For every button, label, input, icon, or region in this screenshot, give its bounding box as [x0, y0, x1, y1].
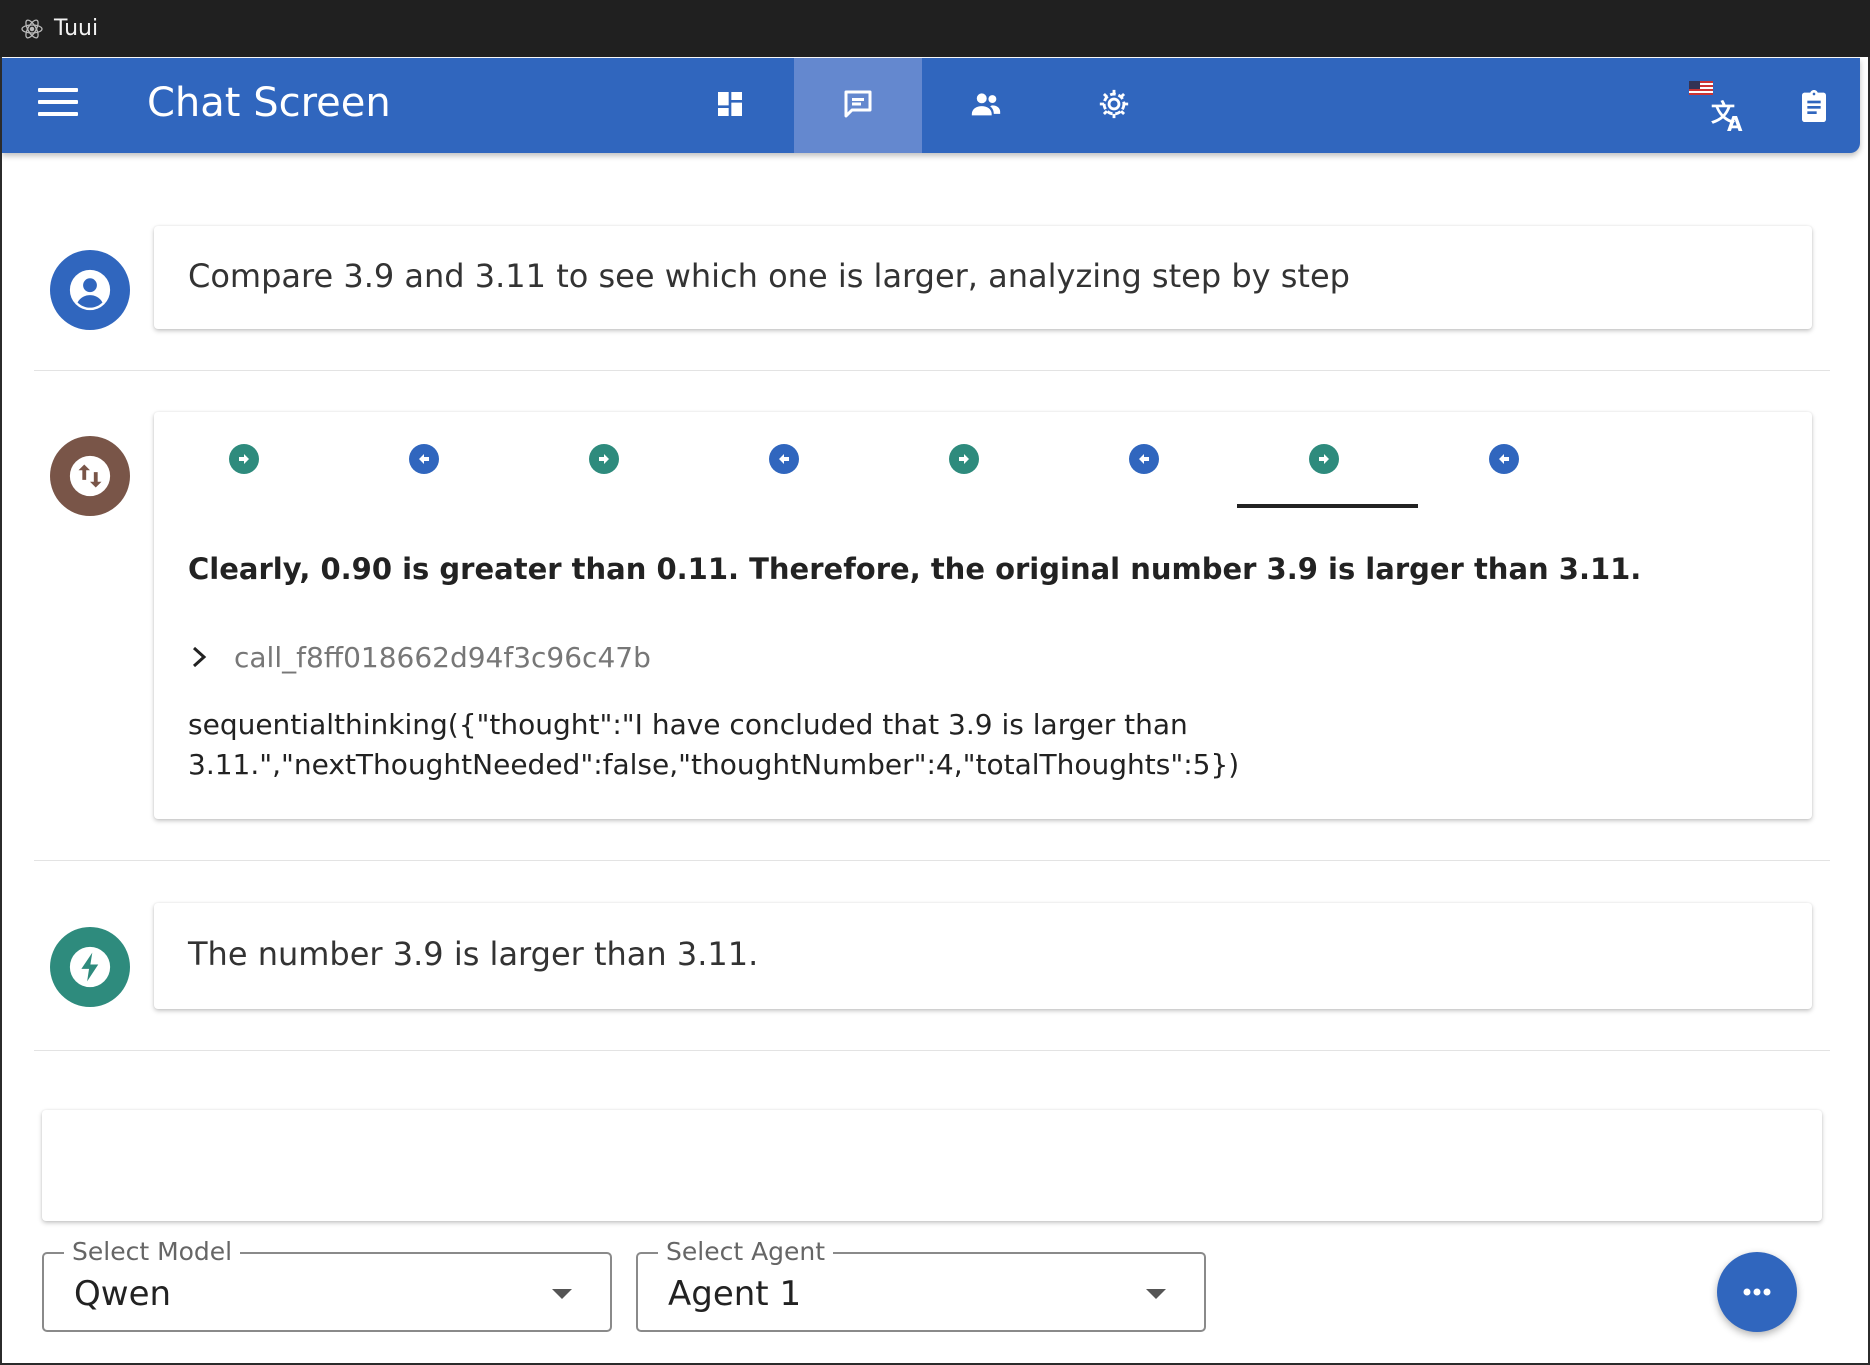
clipboard-icon[interactable] [1794, 86, 1834, 126]
arrow-left-circle-icon [1139, 454, 1149, 464]
tool-call-expander[interactable]: call_f8ff018662d94f3c96c47b [188, 637, 651, 677]
tool-call-line: 3.11.","nextThoughtNeeded":false,"though… [188, 748, 1240, 781]
more-dots-icon [1743, 1288, 1771, 1296]
user-account-icon [50, 250, 130, 330]
users-icon [969, 87, 1003, 125]
swap-vertical-icon [50, 436, 130, 516]
select-model-value: Qwen [74, 1274, 172, 1314]
step-tab-3[interactable] [589, 444, 619, 474]
atom-icon [20, 17, 44, 41]
arrow-left-circle-icon [419, 454, 429, 464]
step-tab-1[interactable] [229, 444, 259, 474]
window-title: Tuui [54, 16, 99, 41]
arrow-left-circle-icon [1499, 454, 1509, 464]
hamburger-menu-icon[interactable] [38, 88, 78, 122]
assistant-message-card: The number 3.9 is larger than 3.11. [154, 903, 1812, 1009]
chat-icon [840, 86, 876, 126]
window-titlebar: Tuui [0, 0, 1870, 57]
active-step-indicator [1237, 504, 1418, 508]
select-model[interactable]: Select Model Qwen [42, 1237, 612, 1332]
more-options-button[interactable] [1717, 1252, 1797, 1332]
app-bar: Chat Screen 文 A [2, 58, 1860, 153]
tab-dashboard[interactable] [666, 58, 794, 153]
divider [34, 370, 1830, 371]
tool-summary-text: Clearly, 0.90 is greater than 0.11. Ther… [188, 552, 1642, 586]
chevron-down-icon [1146, 1289, 1166, 1299]
arrow-right-circle-icon [239, 454, 249, 464]
step-tab-6[interactable] [1129, 444, 1159, 474]
divider [34, 1050, 1830, 1051]
arrow-right-circle-icon [959, 454, 969, 464]
dashboard-icon [714, 88, 746, 124]
select-agent[interactable]: Select Agent Agent 1 [636, 1237, 1206, 1332]
user-message-text: Compare 3.9 and 3.11 to see which one is… [188, 257, 1350, 295]
lightning-bolt-icon [50, 927, 130, 1007]
divider [34, 860, 1830, 861]
step-tab-7[interactable] [1309, 444, 1339, 474]
user-message-card: Compare 3.9 and 3.11 to see which one is… [154, 226, 1812, 329]
tool-call-text: sequentialthinking({"thought":"I have co… [188, 705, 1488, 785]
chevron-right-icon [192, 646, 207, 668]
settings-gear-icon [1097, 87, 1131, 125]
chat-input[interactable] [42, 1110, 1822, 1221]
tab-chat[interactable] [794, 58, 922, 153]
tab-settings[interactable] [1050, 58, 1178, 153]
step-tab-8[interactable] [1489, 444, 1519, 474]
app-window: Chat Screen 文 A Compare 3.9 and 3.11 to … [2, 57, 1868, 1363]
language-translate-icon[interactable]: 文 A [1687, 70, 1747, 140]
tab-users[interactable] [922, 58, 1050, 153]
tool-call-id: call_f8ff018662d94f3c96c47b [234, 640, 651, 674]
select-agent-value: Agent 1 [668, 1274, 802, 1314]
assistant-message-text: The number 3.9 is larger than 3.11. [188, 935, 759, 973]
chevron-down-icon [552, 1289, 572, 1299]
arrow-left-circle-icon [779, 454, 789, 464]
page-title: Chat Screen [147, 80, 391, 126]
svg-text:A: A [1727, 112, 1743, 135]
arrow-right-circle-icon [1319, 454, 1329, 464]
tool-call-line: sequentialthinking({"thought":"I have co… [188, 708, 1188, 741]
step-tab-5[interactable] [949, 444, 979, 474]
step-tab-2[interactable] [409, 444, 439, 474]
select-agent-label: Select Agent [658, 1237, 834, 1266]
select-model-label: Select Model [64, 1237, 241, 1266]
arrow-right-circle-icon [599, 454, 609, 464]
step-tab-4[interactable] [769, 444, 799, 474]
tool-message-card: Clearly, 0.90 is greater than 0.11. Ther… [154, 412, 1812, 819]
